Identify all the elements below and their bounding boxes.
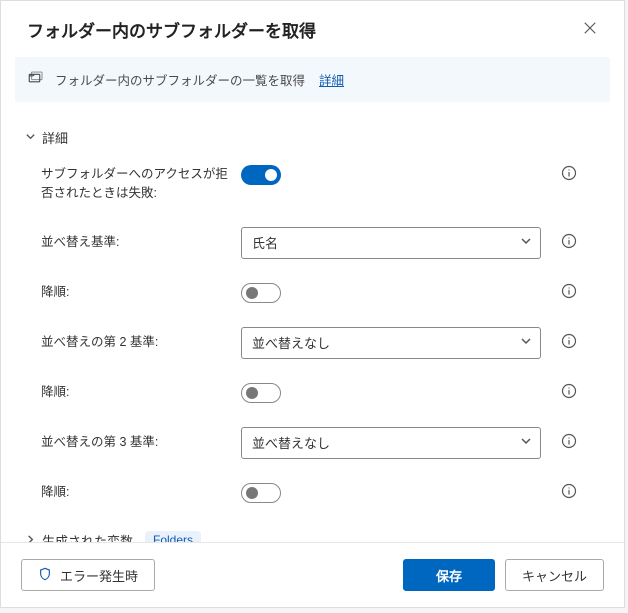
info-icon[interactable] <box>561 433 577 452</box>
cancel-label: キャンセル <box>522 566 587 585</box>
desc1-label: 降順: <box>41 283 241 302</box>
dialog-body: 詳細 サブフォルダーへのアクセスが拒否されたときは失敗: 並べ替え基準: 氏名 <box>1 108 624 542</box>
info-icon[interactable] <box>561 483 577 502</box>
row-descending-2: 降順: <box>25 383 600 403</box>
shield-icon <box>38 567 52 584</box>
save-button[interactable]: 保存 <box>403 559 495 591</box>
save-label: 保存 <box>436 566 462 585</box>
close-icon <box>583 21 597 38</box>
dialog-header: フォルダー内のサブフォルダーを取得 <box>1 1 624 57</box>
select-sort-by-3[interactable]: 並べ替えなし <box>241 427 541 459</box>
info-icon[interactable] <box>561 233 577 252</box>
section-details-toggle[interactable]: 詳細 <box>25 128 600 147</box>
section-generated-label: 生成された変数 <box>42 531 133 543</box>
sort1-label: 並べ替え基準: <box>41 233 241 252</box>
chevron-down-icon <box>520 335 532 350</box>
close-button[interactable] <box>576 15 604 43</box>
info-banner: フォルダー内のサブフォルダーの一覧を取得 詳細 <box>15 57 610 102</box>
desc2-label: 降順: <box>41 383 241 402</box>
desc3-label: 降順: <box>41 483 241 502</box>
on-error-label: エラー発生時 <box>60 566 138 585</box>
toggle-descending-1[interactable] <box>241 283 281 303</box>
dialog-title: フォルダー内のサブフォルダーを取得 <box>27 17 316 42</box>
info-detail-link[interactable]: 詳細 <box>319 70 344 89</box>
dialog-footer: エラー発生時 保存 キャンセル <box>1 542 624 607</box>
info-text: フォルダー内のサブフォルダーの一覧を取得 <box>55 70 305 89</box>
row-sort-by-2: 並べ替えの第 2 基準: 並べ替えなし <box>25 327 600 359</box>
select-sort1-value: 氏名 <box>252 233 278 252</box>
on-error-button[interactable]: エラー発生時 <box>21 559 155 591</box>
section-details-label: 詳細 <box>42 128 68 147</box>
select-sort3-value: 並べ替えなし <box>252 433 330 452</box>
select-sort-by-2[interactable]: 並べ替えなし <box>241 327 541 359</box>
row-descending-3: 降順: <box>25 483 600 503</box>
dialog: フォルダー内のサブフォルダーを取得 フォルダー内のサブフォルダーの一覧を取得 詳… <box>0 0 625 608</box>
chevron-down-icon <box>520 435 532 450</box>
generated-variable-badge[interactable]: Folders <box>145 531 201 542</box>
toggle-descending-3[interactable] <box>241 483 281 503</box>
folders-icon <box>27 69 45 90</box>
chevron-right-icon <box>25 533 36 543</box>
row-sort-by-3: 並べ替えの第 3 基準: 並べ替えなし <box>25 427 600 459</box>
row-descending-1: 降順: <box>25 283 600 303</box>
sort2-label: 並べ替えの第 2 基準: <box>41 333 241 352</box>
select-sort2-value: 並べ替えなし <box>252 333 330 352</box>
section-generated-toggle[interactable]: 生成された変数 Folders <box>25 531 600 543</box>
cancel-button[interactable]: キャンセル <box>505 559 604 591</box>
chevron-down-icon <box>520 235 532 250</box>
row-fail-on-denied: サブフォルダーへのアクセスが拒否されたときは失敗: <box>25 165 600 203</box>
select-sort-by-1[interactable]: 氏名 <box>241 227 541 259</box>
sort3-label: 並べ替えの第 3 基準: <box>41 433 241 452</box>
info-icon[interactable] <box>561 165 577 184</box>
toggle-descending-2[interactable] <box>241 383 281 403</box>
toggle-fail-on-denied[interactable] <box>241 165 281 185</box>
info-icon[interactable] <box>561 383 577 402</box>
fail-label: サブフォルダーへのアクセスが拒否されたときは失敗: <box>41 165 241 203</box>
chevron-down-icon <box>25 130 36 145</box>
info-icon[interactable] <box>561 333 577 352</box>
row-sort-by-1: 並べ替え基準: 氏名 <box>25 227 600 259</box>
info-icon[interactable] <box>561 283 577 302</box>
